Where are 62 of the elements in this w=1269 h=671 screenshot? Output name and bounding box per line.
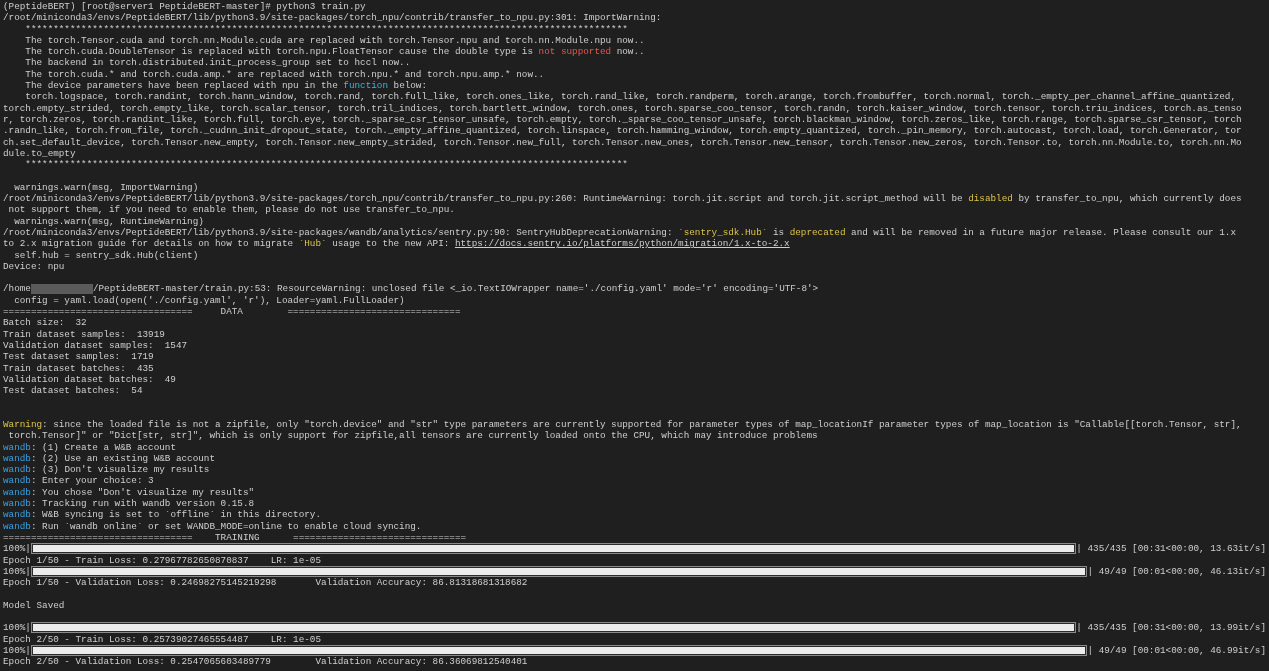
terminal-line: (PeptideBERT) [root@server1 PeptideBERT-master]# python3 train.py <box>3 1 367 13</box>
terminal-text: /home <box>3 283 31 295</box>
terminal-line: config = yaml.load(open('./config.yaml', 'r'), Loader=yaml.FullLoader) <box>13 294 406 306</box>
terminal-line: Epoch 1/50 - Validation Loss: 0.24698275145219298 Validation Accuracy: 86.81318681318682 <box>3 577 529 589</box>
terminal-line: ************************************************************************************************************ <box>24 23 629 35</box>
terminal-line: warnings.warn(msg, ImportWarning) <box>13 181 200 194</box>
progress-reading: | 49/49 [00:01<00:00, 46.13it/s] <box>1087 565 1266 578</box>
terminal-line: Validation dataset samples: 1547 <box>3 339 189 352</box>
terminal-line: Warning: since the loaded file is not a zipfile, only "torch.device" and "str" type parameters are currently supported for parameter types of map_locationIf parameter types of map_location is "Callable[[torch.Tensor, str], <box>3 419 1243 431</box>
terminal-line: wandb: Tracking run with wandb version 0.15.8 <box>3 498 256 510</box>
terminal-line: Batch size: 32 <box>3 317 88 329</box>
terminal-line: wandb: You chose "Don't visualize my results" <box>3 486 256 499</box>
terminal-line: ================================== DATA =============================== <box>3 306 462 318</box>
terminal-line: The torch.cuda.DoubleTensor is replaced with torch.npu.FloatTensor cause the double type is not supported now.. <box>24 46 646 58</box>
terminal-line: Validation dataset batches: 49 <box>3 373 177 386</box>
terminal-line: wandb: Run `wandb online` or set WANDB_MODE=online to enable cloud syncing. <box>3 520 423 532</box>
terminal-line: Train dataset batches: 435 <box>3 362 155 374</box>
link[interactable]: https://docs.sentry.io/platforms/python/migration/1.x-to-2.x <box>454 238 790 250</box>
terminal-line: torch.logspace, torch.randint, torch.hann_window, torch.rand, torch.full_like, torch.ones_like, torch.rand_like, torch.randperm, torch.arange, torch.frombuffer, torch.normal, torch._empty_per_channel_affine_quantized, <box>24 91 1237 103</box>
progress-reading: | 435/435 [00:31<00:00, 13.99it/s] <box>1076 622 1266 634</box>
terminal-line: .randn_like, torch.from_file, torch._cudnn_init_dropout_state, torch._empty_affine_quantized, torch.linspace, torch.hamming_window, torch.empty_quantized, torch._pin_memory, torch.autocast, torch.load, torch.Generator, tor <box>3 125 1243 137</box>
progress-reading: | 49/49 [00:01<00:00, 46.99it/s] <box>1087 644 1266 657</box>
terminal-line: The torch.cuda.* and torch.cuda.amp.* are replaced with torch.npu.* and torch.npu.amp.* now.. <box>24 68 546 81</box>
terminal-line: Epoch 1/50 - Train Loss: 0.27967782650870837 LR: 1e-05 <box>3 554 322 566</box>
terminal-line: wandb: (3) Don't visualize my results <box>3 464 211 476</box>
terminal-line: /root/miniconda3/envs/PeptideBERT/lib/python3.9/site-packages/torch_npu/contrib/transfer_to_npu.py:260: RuntimeWarning: torch.jit.script and torch.jit.script_method will be disabled by transfer_to_npu, which currently does <box>3 193 1243 205</box>
terminal-text: `Hub` <box>298 238 327 250</box>
redacted-block <box>30 284 93 295</box>
terminal-line: r, torch.zeros, torch.randint_like, torch.full, torch.eye, torch._sparse_csr_tensor_unsafe, torch.empty, torch._sparse_coo_tensor_unsafe, torch.blackman_window, torch.zeros_like, torch.range, torch.sparse_csr_tensor, torch <box>3 113 1243 126</box>
progress-reading: | 435/435 [00:31<00:00, 13.63it/s] <box>1076 543 1266 555</box>
progress-percent: 100%| <box>3 622 31 634</box>
terminal-line: wandb: Enter your choice: 3 <box>3 475 155 487</box>
terminal-line: The torch.Tensor.cuda and torch.nn.Module.cuda are replaced with torch.Tensor.npu and torch.nn.Module.npu now.. <box>24 34 646 47</box>
terminal-text: to 2.x migration guide for details on how to migrate <box>3 238 295 250</box>
progress-percent: 100%| <box>3 565 31 578</box>
terminal-text: /PeptideBERT-master/train.py:53: ResourceWarning: unclosed file <_io.TextIOWrapper name='./config.yaml' mode='r' encoding='UTF-8'> <box>92 283 819 295</box>
terminal-line: Train dataset samples: 13919 <box>3 328 166 340</box>
terminal-line: Test dataset samples: 1719 <box>3 351 155 363</box>
terminal-line: Epoch 2/50 - Validation Loss: 0.2547065603489779 Validation Accuracy: 86.36069812540401 <box>3 656 529 668</box>
terminal-line: ch.set_default_device, torch.Tensor.new_empty, torch.Tensor.new_empty_strided, torch.Tensor.new_full, torch.Tensor.new_ones, torch.Tensor.new_tensor, torch.Tensor.new_zeros, torch.Tensor.to, torch.nn.Module.to, torch.nn.Mo <box>3 136 1243 148</box>
terminal-line: not support them, if you need to enable them, please do not use transfer_to_npu. <box>7 204 456 216</box>
terminal-line: /root/miniconda3/envs/PeptideBERT/lib/python3.9/site-packages/wandb/analytics/sentry.py:90: SentryHubDeprecationWarning: `sentry_sdk.Hub` is deprecated and will be removed in a future major release. Please consult our 1.x <box>3 226 1237 239</box>
terminal-line: ************************************************************************************************************ <box>24 159 629 171</box>
terminal-line: wandb: (2) Use an existing W&B account <box>3 452 216 465</box>
terminal-line: wandb: (1) Create a W&B account <box>3 441 177 453</box>
terminal-line: The backend in torch.distributed.init_process_group set to hccl now.. <box>24 57 412 69</box>
terminal-line: self.hub = sentry_sdk.Hub(client) <box>13 249 200 261</box>
terminal-line: wandb: W&B syncing is set to `offline` in this directory. <box>3 509 323 521</box>
terminal-line: Test dataset batches: 54 <box>3 385 144 397</box>
progress-percent: 100%| <box>3 644 31 657</box>
terminal-text: usage to the new API: <box>331 238 451 250</box>
progress-percent: 100%| <box>3 543 31 555</box>
terminal-line: torch.Tensor]" or "Dict[str, str]", which is only support for zipfile,all tensors are currently loaded onto the CPU, which may introduce problems <box>7 430 819 442</box>
terminal-line: torch.empty_strided, torch.empty_like, torch.scalar_tensor, torch.tril_indices, torch.bartlett_window, torch.ones, torch.sparse_coo_tensor, torch.randn, torch.kaiser_window, torch.tensor, torch.triu_indices, torch.as_tenso <box>3 102 1243 114</box>
terminal-line: warnings.warn(msg, RuntimeWarning) <box>13 215 205 227</box>
terminal-line: Device: npu <box>3 260 66 273</box>
terminal-line: The device parameters have been replaced with npu in the function below: <box>24 80 429 92</box>
terminal-line: dule.to_empty <box>3 147 77 160</box>
terminal-line: Epoch 2/50 - Train Loss: 0.25739027465554487 LR: 1e-05 <box>3 633 322 645</box>
terminal-line: ================================== TRAINING =============================== <box>3 531 468 544</box>
terminal-line: Model Saved <box>3 599 66 612</box>
terminal-line: /root/miniconda3/envs/PeptideBERT/lib/python3.9/site-packages/torch_npu/contrib/transfer_to_npu.py:301: ImportWarning: <box>3 12 663 24</box>
